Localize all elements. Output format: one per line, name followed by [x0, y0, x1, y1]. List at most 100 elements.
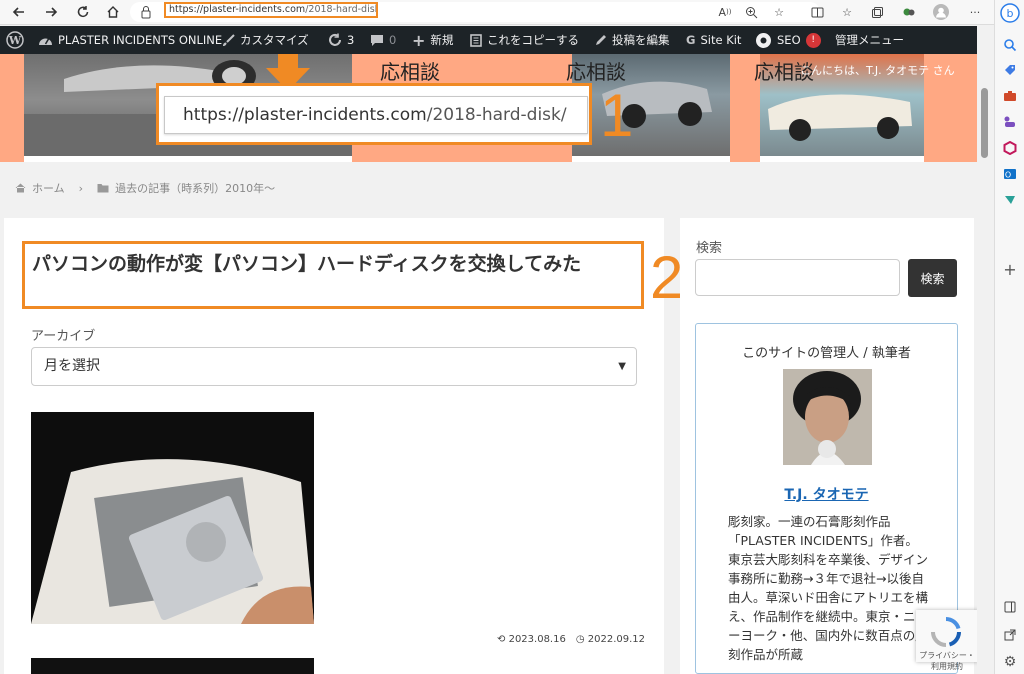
favorites-icon[interactable]: ☆	[838, 3, 856, 21]
seo-alert-badge: !	[805, 32, 821, 48]
google-g-icon: G	[686, 33, 696, 47]
admin-comments-count: 0	[389, 33, 397, 47]
author-bio: 彫刻家。一連の石膏彫刻作品「PLASTER INCIDENTS」作者。東京芸大彫…	[728, 514, 929, 662]
home-breadcrumb-icon	[15, 183, 26, 193]
updated-date-value: 2023.08.16	[508, 634, 566, 645]
read-aloud-icon[interactable]: A))	[716, 3, 734, 21]
admin-site-kit-label: Site Kit	[700, 33, 742, 47]
hide-sidebar-icon[interactable]	[995, 596, 1024, 618]
archive-select[interactable]: 月を選択 ▼	[31, 347, 637, 386]
author-avatar	[783, 369, 872, 465]
breadcrumb-home[interactable]: ホーム	[32, 180, 65, 196]
admin-greeting[interactable]: こんにちは、T.J. タオモテ さん	[800, 62, 955, 78]
page-scrollbar[interactable]	[977, 26, 993, 674]
recaptcha-text: プライバシー・利用規約	[919, 651, 975, 671]
chevron-down-icon: ▼	[618, 361, 626, 372]
browser-sidebar: b O + ⚙	[994, 0, 1024, 674]
browser-toolbar: https://plaster-incidents.com/2018-hard-…	[0, 0, 994, 25]
search-sidebar-icon[interactable]	[995, 34, 1024, 56]
admin-seo-label: SEO	[777, 33, 801, 47]
enlarged-url: https://plaster-incidents.com/2018-hard-…	[164, 96, 588, 134]
admin-new[interactable]: + 新規	[412, 26, 453, 54]
updates-icon	[328, 33, 342, 47]
back-icon[interactable]	[8, 2, 30, 22]
forward-icon[interactable]	[40, 2, 62, 22]
add-icon[interactable]: +	[995, 258, 1024, 280]
recaptcha-badge[interactable]: プライバシー・利用規約	[916, 610, 978, 671]
scrollbar-thumb[interactable]	[981, 88, 988, 158]
admin-seo[interactable]: SEO !	[755, 26, 821, 54]
profile-heading: このサイトの管理人 / 執筆者	[742, 346, 911, 361]
next-post-thumbnail[interactable]	[31, 658, 314, 674]
collections-icon[interactable]	[868, 3, 886, 21]
lock-icon[interactable]	[140, 5, 152, 19]
admin-site-name[interactable]: PLASTER INCIDENTS ONLINE	[38, 26, 222, 54]
updated-date: ⟲ 2023.08.16	[497, 634, 566, 645]
post-meta: ⟲ 2023.08.16 ◷ 2022.09.12	[497, 634, 645, 645]
search-button[interactable]: 検索	[908, 259, 957, 297]
folder-icon	[97, 183, 109, 193]
dashboard-icon	[38, 34, 53, 47]
admin-customize-label: カスタマイズ	[240, 33, 309, 47]
admin-site-kit[interactable]: G Site Kit	[686, 26, 741, 54]
bing-chat-icon[interactable]: b	[995, 2, 1024, 24]
wp-admin-bar: W PLASTER INCIDENTS ONLINE カスタマイズ 3 0 + …	[0, 26, 977, 54]
wordpress-logo-icon[interactable]: W	[6, 26, 24, 54]
post-title: パソコンの動作が変【パソコン】ハードディスクを交換してみた	[32, 253, 582, 275]
tools-briefcase-icon[interactable]	[995, 85, 1024, 107]
home-icon[interactable]	[102, 2, 124, 22]
admin-updates[interactable]: 3	[328, 26, 354, 54]
svg-text:b: b	[1007, 7, 1014, 20]
games-icon[interactable]	[995, 111, 1024, 133]
zoom-icon[interactable]	[742, 3, 760, 21]
admin-edit-post-label: 投稿を編集	[612, 33, 670, 47]
breadcrumb: ホーム › 過去の記事（時系列）2010年〜	[15, 180, 275, 196]
admin-copy-label: これをコピーする	[487, 33, 579, 47]
url-path: /2018-hard-disk/	[305, 4, 378, 15]
admin-edit-post[interactable]: 投稿を編集	[594, 26, 670, 54]
admin-menu-label: 管理メニュー	[835, 33, 904, 47]
admin-comments[interactable]: 0	[370, 26, 396, 54]
svg-text:W: W	[8, 34, 22, 47]
comment-icon	[370, 34, 384, 47]
reload-icon[interactable]	[72, 2, 94, 22]
favorite-star-icon[interactable]: ☆	[770, 3, 788, 21]
more-menu-icon[interactable]: ···	[966, 3, 984, 21]
seo-gear-icon	[755, 32, 772, 49]
clock-icon: ◷	[575, 634, 585, 645]
svg-text:O: O	[1005, 171, 1011, 180]
recaptcha-icon	[930, 616, 962, 648]
search-input[interactable]	[695, 259, 900, 296]
outlook-icon[interactable]: O	[995, 163, 1024, 185]
admin-updates-count: 3	[347, 33, 355, 47]
extension-icon[interactable]	[900, 3, 918, 21]
profile-avatar-icon[interactable]	[932, 3, 950, 21]
microsoft365-icon[interactable]	[995, 137, 1024, 159]
annotation-number-2: 2	[650, 244, 684, 311]
admin-customize[interactable]: カスタマイズ	[222, 26, 309, 54]
admin-copy[interactable]: これをコピーする	[470, 26, 579, 54]
post-thumbnail[interactable]	[31, 412, 314, 624]
admin-menu[interactable]: 管理メニュー	[835, 26, 904, 54]
plus-icon: +	[412, 30, 426, 50]
enlarged-url-path: /2018-hard-disk/	[426, 105, 567, 125]
search-label: 検索	[696, 241, 723, 256]
split-screen-icon[interactable]	[808, 3, 826, 21]
url-host: https://plaster-incidents.com	[169, 4, 306, 15]
admin-new-label: 新規	[430, 33, 454, 47]
archive-select-value: 月を選択	[44, 358, 100, 374]
archive-label: アーカイブ	[31, 329, 96, 344]
published-date-value: 2022.09.12	[587, 634, 646, 645]
open-external-icon[interactable]	[995, 624, 1024, 646]
drop-icon[interactable]	[995, 189, 1024, 211]
settings-gear-icon[interactable]: ⚙	[995, 651, 1024, 673]
banner-text-sodan: 応相談	[380, 60, 440, 84]
url-text[interactable]: https://plaster-incidents.com/2018-hard-…	[164, 2, 378, 18]
refresh-icon: ⟲	[497, 634, 506, 645]
shopping-tag-icon[interactable]	[995, 59, 1024, 81]
annotation-number-1: 1	[600, 82, 634, 149]
published-date: ◷ 2022.09.12	[576, 634, 645, 645]
author-name-link[interactable]: T.J. タオモテ	[696, 484, 957, 504]
pencil-icon	[594, 34, 607, 47]
breadcrumb-category[interactable]: 過去の記事（時系列）2010年〜	[115, 180, 275, 196]
